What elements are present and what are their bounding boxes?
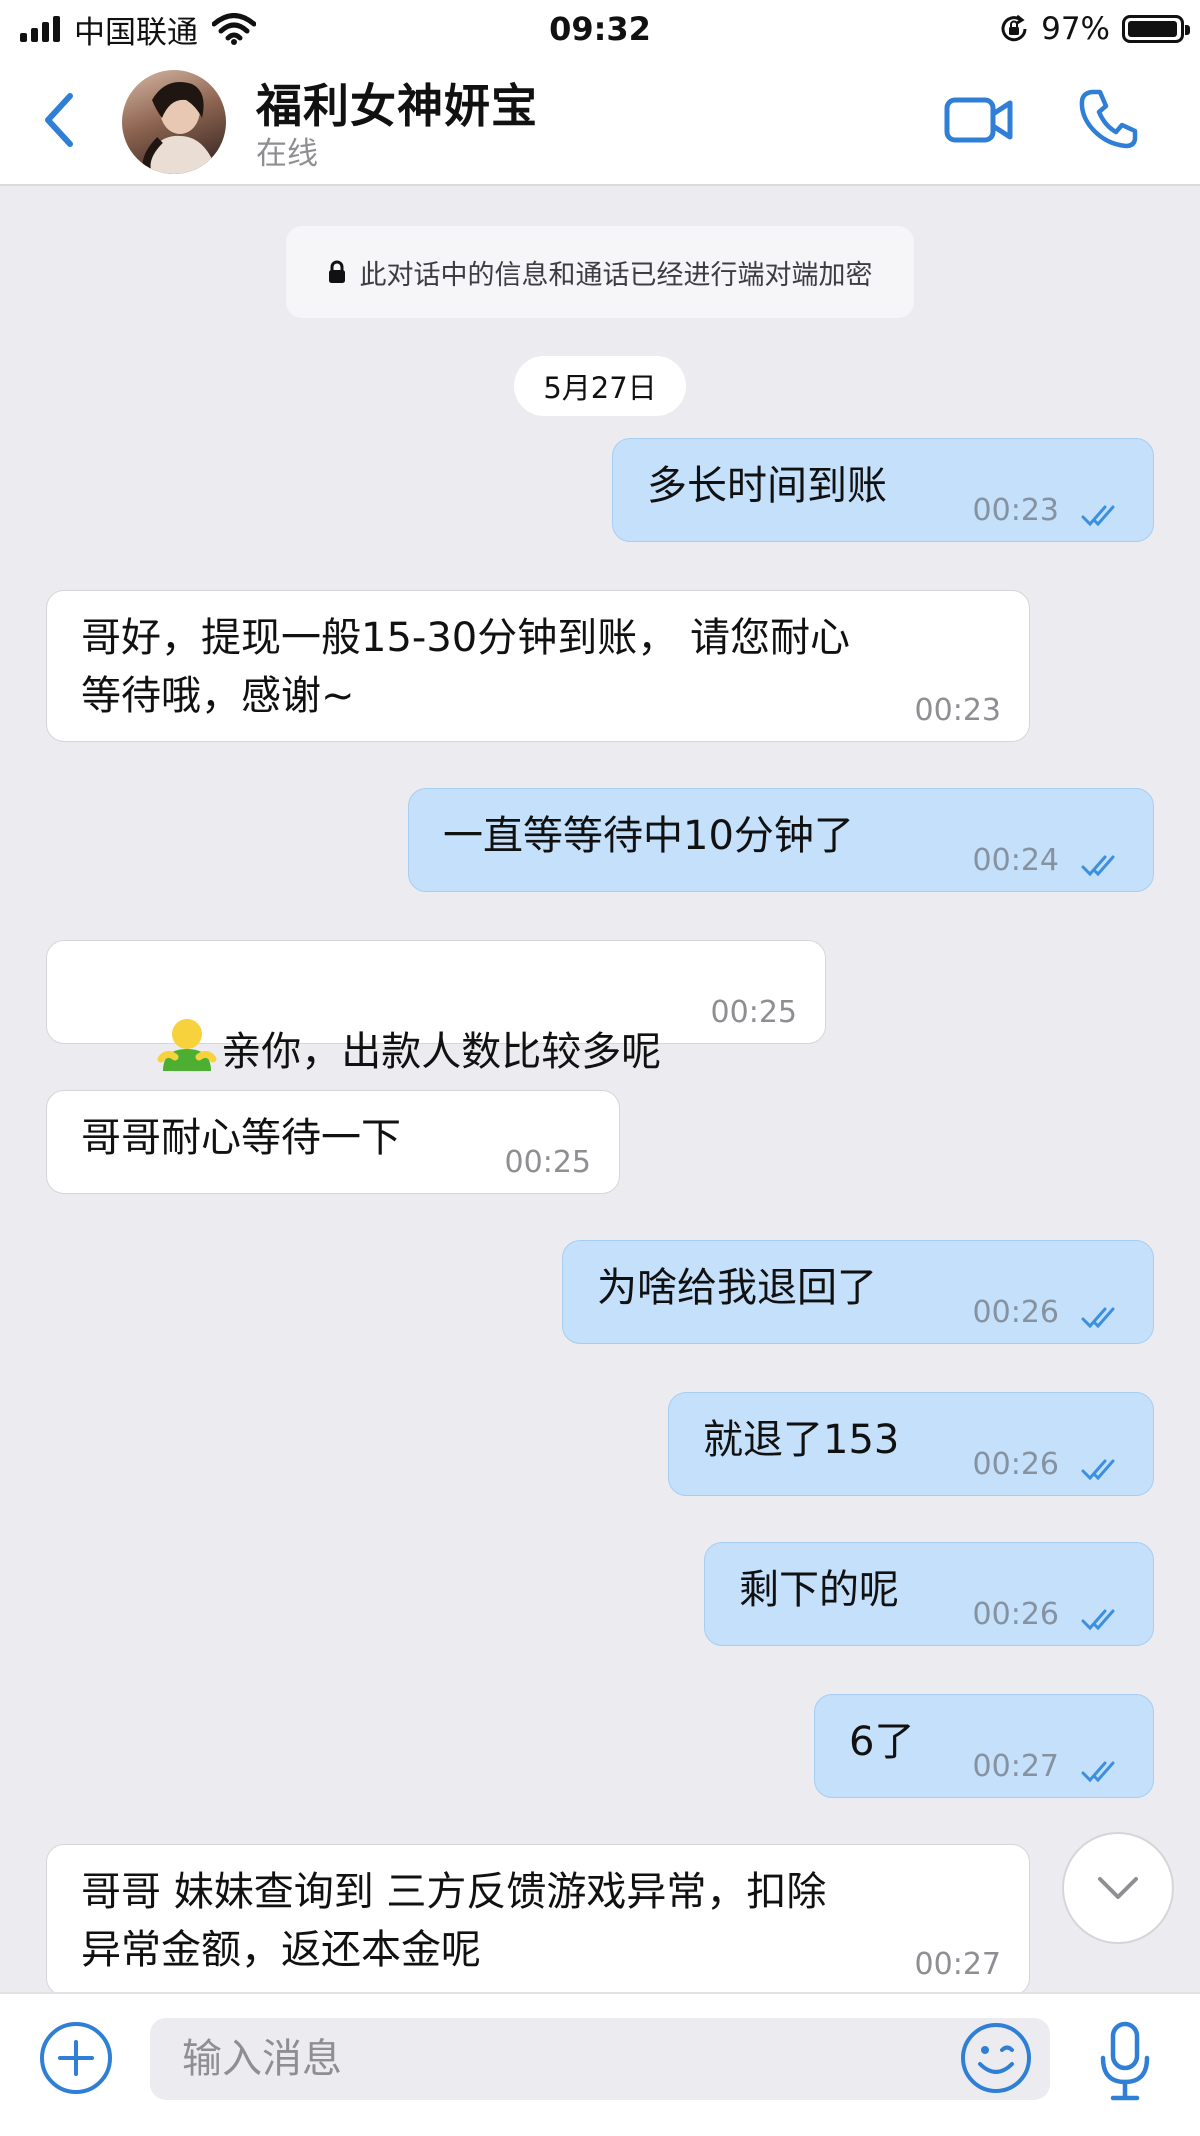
status-bar-right: 97%	[999, 8, 1190, 50]
battery-icon	[1122, 15, 1190, 43]
message-time: 00:25	[710, 995, 797, 1030]
read-receipt-icon	[1081, 1459, 1115, 1481]
message-time: 00:25	[504, 1145, 591, 1180]
read-receipt-icon	[1081, 505, 1115, 527]
message-time: 00:27	[972, 1749, 1059, 1784]
message-input-bar	[0, 1992, 1200, 2136]
message-time: 00:26	[972, 1447, 1059, 1482]
message-text: 多长时间到账	[647, 463, 887, 509]
date-separator: 5月27日	[514, 356, 686, 416]
read-receipt-icon	[1081, 1609, 1115, 1631]
message-text: 就退了153	[703, 1417, 900, 1463]
chevron-down-icon	[1098, 1877, 1138, 1899]
video-call-icon[interactable]	[944, 94, 1014, 146]
message-text: 为啥给我退回了	[597, 1265, 877, 1311]
battery-level-fill	[1128, 21, 1177, 37]
message-bubble-outgoing[interactable]: 6了 00:27	[814, 1694, 1154, 1798]
message-time: 00:27	[914, 1947, 1001, 1982]
back-icon[interactable]	[40, 90, 80, 150]
phone-icon[interactable]	[1078, 88, 1138, 150]
chat-area[interactable]: 此对话中的信息和通话已经进行端对端加密 5月27日 多长时间到账 00:23 哥…	[0, 186, 1200, 1992]
status-bar: 中国联通 09:32 97%	[0, 0, 1200, 58]
message-text: 哥哥 妹妹查询到 三方反馈游戏异常，扣除 异常金额，返还本金呢	[81, 1869, 827, 1973]
message-text: 剩下的呢	[739, 1567, 899, 1613]
lock-icon	[328, 260, 345, 283]
battery-percentage: 97%	[1041, 11, 1110, 47]
message-text: 一直等等待中10分钟了	[443, 813, 854, 859]
message-time: 00:23	[914, 693, 1001, 728]
person-emoji-icon	[157, 1019, 217, 1071]
message-text: 哥哥耐心等待一下	[81, 1115, 401, 1161]
message-text: 亲你，出款人数比较多呢	[221, 1029, 662, 1075]
encryption-notice: 此对话中的信息和通话已经进行端对端加密	[286, 226, 914, 318]
message-bubble-outgoing[interactable]: 就退了153 00:26	[668, 1392, 1154, 1496]
message-time: 00:26	[972, 1295, 1059, 1330]
message-text: 哥好，提现一般15-30分钟到账， 请您耐心 等待哦，感谢~	[81, 615, 850, 719]
message-bubble-incoming[interactable]: 哥哥耐心等待一下 00:25	[46, 1090, 620, 1194]
contact-status: 在线	[256, 136, 318, 172]
message-time: 00:23	[972, 493, 1059, 528]
message-time: 00:24	[972, 843, 1059, 878]
message-bubble-incoming[interactable]: 亲你，出款人数比较多呢 00:25	[46, 940, 826, 1075]
chat-header: 福利女神妍宝 在线	[0, 58, 1200, 186]
avatar[interactable]	[122, 70, 226, 174]
contact-name: 福利女神妍宝	[256, 79, 538, 133]
scroll-to-bottom-button[interactable]	[1062, 1832, 1174, 1944]
emoji-icon[interactable]	[958, 2020, 1034, 2096]
add-attachment-icon[interactable]	[38, 2020, 114, 2096]
read-receipt-icon	[1081, 1307, 1115, 1329]
message-input[interactable]	[150, 2018, 1050, 2100]
read-receipt-icon	[1081, 1761, 1115, 1783]
message-bubble-incoming[interactable]: 哥好，提现一般15-30分钟到账， 请您耐心 等待哦，感谢~ 00:23	[46, 590, 1030, 742]
message-text: 6了	[849, 1719, 915, 1765]
message-bubble-outgoing[interactable]: 一直等等待中10分钟了 00:24	[408, 788, 1154, 892]
encryption-notice-text: 此对话中的信息和通话已经进行端对端加密	[359, 259, 873, 291]
message-bubble-incoming[interactable]: 哥哥 妹妹查询到 三方反馈游戏异常，扣除 异常金额，返还本金呢 00:27	[46, 1844, 1030, 1992]
read-receipt-icon	[1081, 855, 1115, 877]
message-bubble-outgoing[interactable]: 为啥给我退回了 00:26	[562, 1240, 1154, 1344]
message-bubble-outgoing[interactable]: 剩下的呢 00:26	[704, 1542, 1154, 1646]
message-time: 00:26	[972, 1597, 1059, 1632]
orientation-lock-icon	[1001, 14, 1027, 42]
microphone-icon[interactable]	[1098, 2020, 1152, 2102]
message-bubble-outgoing[interactable]: 多长时间到账 00:23	[612, 438, 1154, 542]
